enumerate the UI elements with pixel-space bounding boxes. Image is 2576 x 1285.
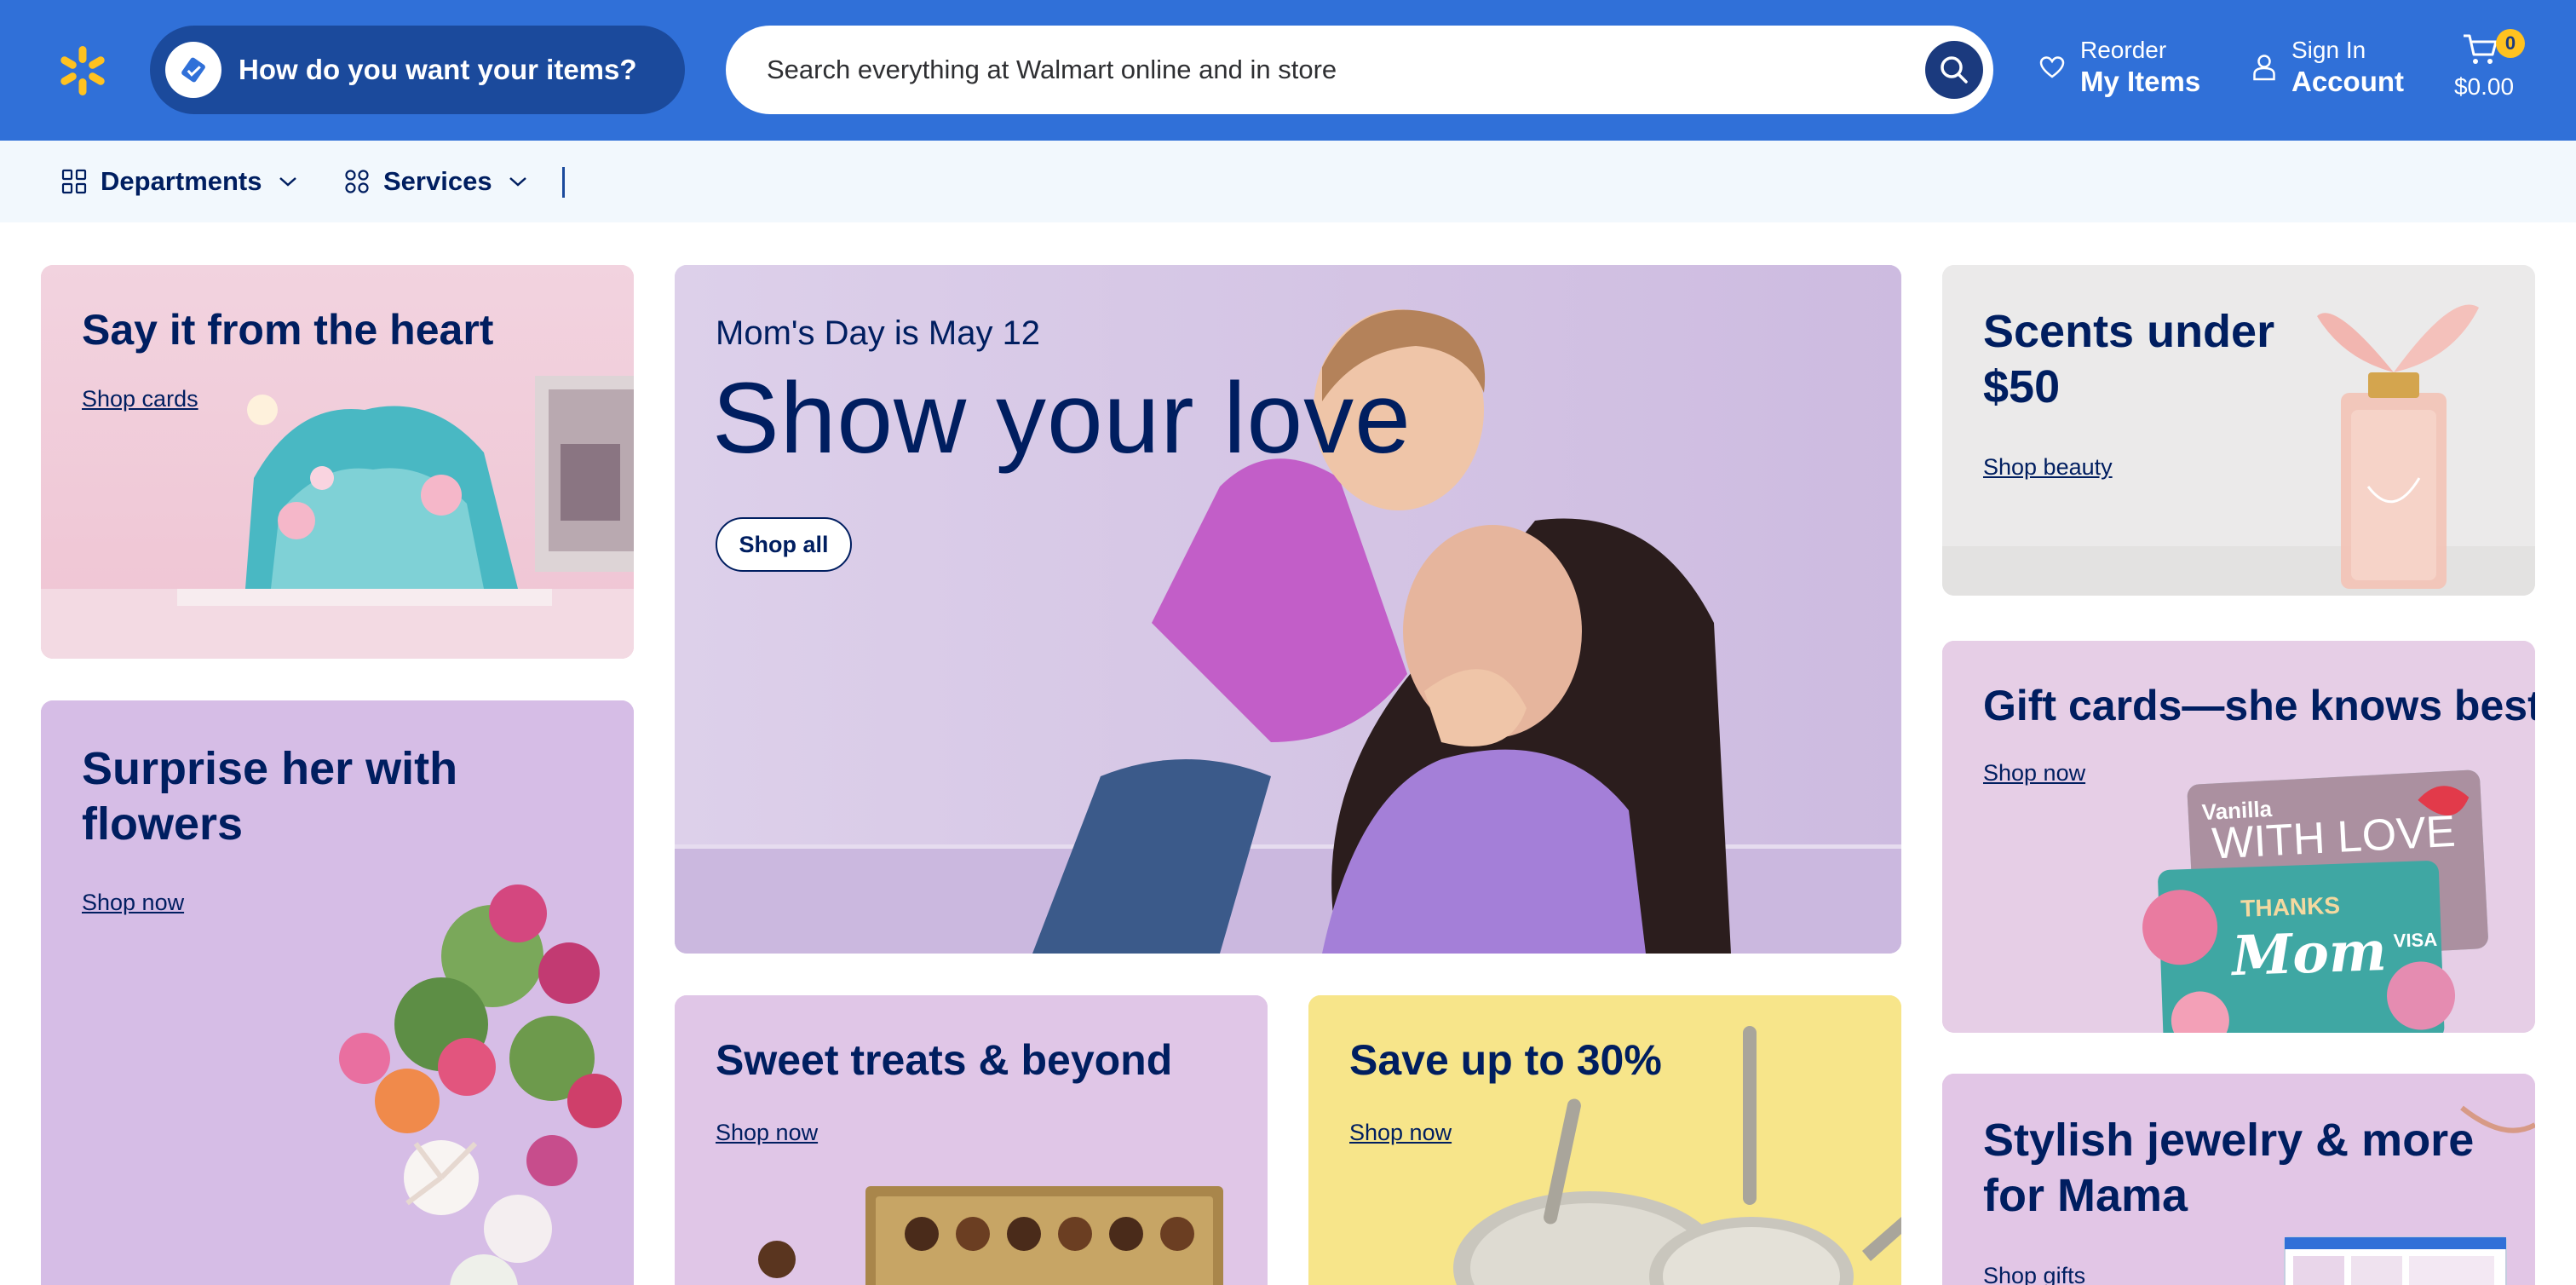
card-title: Gift cards—she knows best xyxy=(1983,682,2535,729)
card-title: Save up to 30% xyxy=(1349,1036,1662,1084)
account-label: Account xyxy=(2291,66,2404,97)
card-title: Sweet treats & beyond xyxy=(716,1036,1173,1084)
walmart-spark-logo[interactable] xyxy=(56,44,109,97)
departments-label: Departments xyxy=(101,166,262,196)
my-items-label: My Items xyxy=(2080,66,2201,97)
heart-icon xyxy=(2039,56,2065,78)
shop-now-link[interactable]: Shop now xyxy=(82,890,184,916)
card-gift-cards[interactable]: Vanilla WITH LOVE THANKS Mom VISA Gift c… xyxy=(1942,641,2535,1033)
site-header: How do you want your items? Search every… xyxy=(0,0,2576,141)
card-title: Stylish jewelry & more for Mama xyxy=(1983,1115,2475,1221)
cart-count-badge: 0 xyxy=(2496,29,2525,58)
card-sweet-treats[interactable]: Sweet treats & beyond Shop now xyxy=(675,995,1268,1285)
search-button[interactable] xyxy=(1925,41,1983,99)
card-stylish-jewelry[interactable]: Stylish jewelry & more for Mama Shop gif… xyxy=(1942,1074,2535,1285)
nav-divider xyxy=(562,167,565,198)
hero-banner[interactable]: Mom's Day is May 12 Show your love Shop … xyxy=(675,265,1901,954)
delivery-icon xyxy=(165,42,221,98)
reorder-label: Reorder xyxy=(2080,37,2167,63)
grid-icon xyxy=(61,169,87,194)
fulfillment-label: How do you want your items? xyxy=(239,54,637,85)
card-scents-under-50[interactable]: Scents under $50 Shop beauty xyxy=(1942,265,2535,596)
shop-now-link[interactable]: Shop now xyxy=(1983,760,2085,787)
sign-in-label: Sign In xyxy=(2291,37,2366,63)
card-say-it-from-the-heart[interactable]: Say it from the heart Shop cards xyxy=(41,265,634,659)
fulfillment-selector[interactable]: How do you want your items? xyxy=(150,26,685,114)
person-icon xyxy=(2253,55,2275,81)
card-title: Say it from the heart xyxy=(82,306,494,354)
gift-card-mom: Mom xyxy=(2229,919,2388,988)
shop-gifts-link[interactable]: Shop gifts xyxy=(1983,1263,2085,1285)
shop-cards-link[interactable]: Shop cards xyxy=(82,386,198,412)
card-title: Surprise her with flowers xyxy=(82,743,458,850)
services-label: Services xyxy=(383,166,492,196)
shop-now-link[interactable]: Shop now xyxy=(1349,1120,1452,1146)
chevron-down-icon xyxy=(509,177,526,187)
account-link[interactable]: Sign In Account xyxy=(2252,36,2404,99)
card-save-up-to-30[interactable]: Save up to 30% Shop now xyxy=(1308,995,1901,1285)
reorder-link[interactable]: Reorder My Items xyxy=(2039,36,2200,99)
shop-all-button[interactable]: Shop all xyxy=(716,517,852,572)
search-bar[interactable]: Search everything at Walmart online and … xyxy=(726,26,1993,114)
secondary-nav: Departments Services xyxy=(0,141,2576,222)
hero-title: Show your love xyxy=(712,362,1412,475)
card-title: Scents under $50 xyxy=(1983,306,2275,412)
card-surprise-her-with-flowers[interactable]: Surprise her with flowers Shop now xyxy=(41,700,634,1285)
hero-subtitle: Mom's Day is May 12 xyxy=(716,314,1041,352)
services-grid-icon xyxy=(345,170,369,193)
services-menu[interactable]: Services xyxy=(344,141,528,222)
search-icon xyxy=(1941,56,1968,84)
departments-menu[interactable]: Departments xyxy=(61,141,298,222)
shop-now-link[interactable]: Shop now xyxy=(716,1120,818,1146)
search-input[interactable]: Search everything at Walmart online and … xyxy=(767,26,1337,114)
shop-beauty-link[interactable]: Shop beauty xyxy=(1983,454,2113,481)
gift-card-thanks: THANKS xyxy=(2240,892,2341,922)
cart-total: $0.00 xyxy=(2453,73,2515,100)
gift-card-network: VISA xyxy=(2393,929,2437,952)
chevron-down-icon xyxy=(279,177,296,187)
cart-icon xyxy=(2464,34,2498,64)
